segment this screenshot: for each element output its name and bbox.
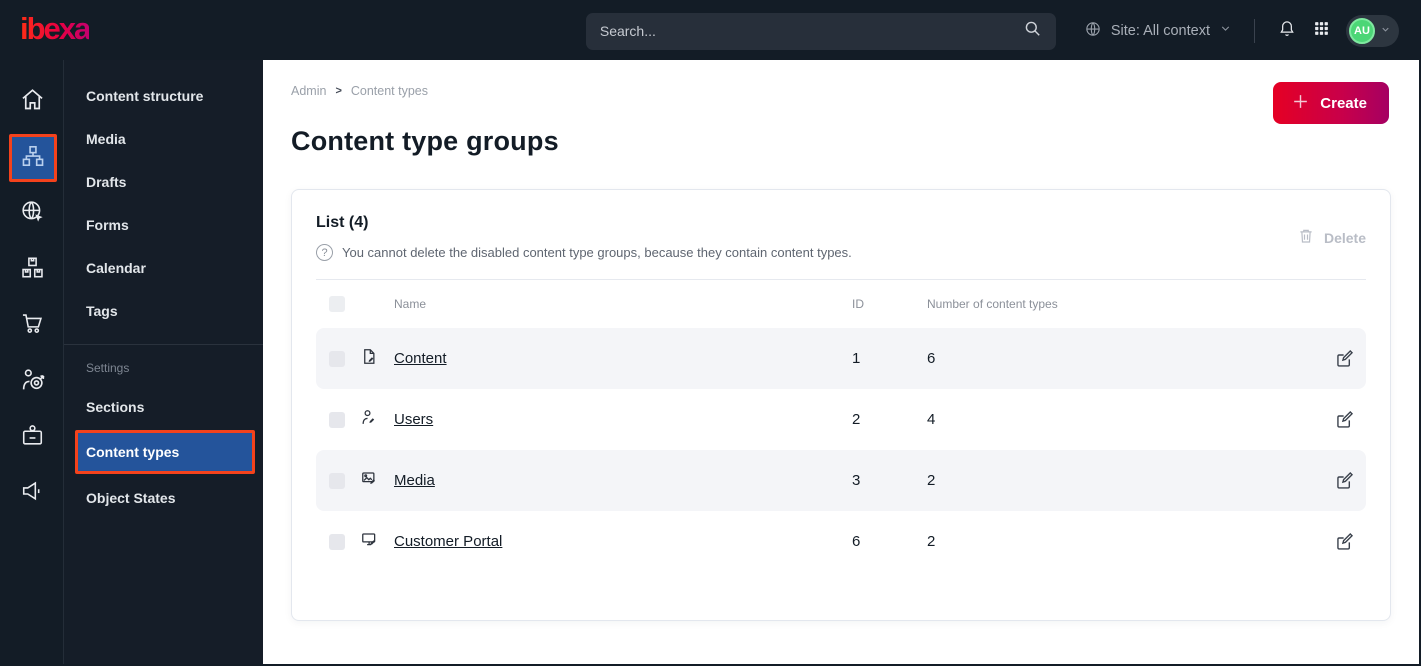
group-link-users[interactable]: Users: [394, 411, 852, 428]
group-count: 2: [927, 472, 936, 489]
group-link-content[interactable]: Content: [394, 350, 852, 367]
edit-row-button[interactable]: [1322, 348, 1366, 369]
trash-icon: [1297, 227, 1315, 248]
chevron-down-icon: [1219, 22, 1232, 40]
group-id: 2: [852, 411, 861, 428]
monitor-edit-icon: [360, 530, 394, 553]
group-id: 3: [852, 472, 861, 489]
user-menu[interactable]: AU: [1346, 15, 1399, 47]
edit-row-button[interactable]: [1322, 409, 1366, 430]
product-boxes-icon: [19, 254, 46, 286]
list-card: List (4) ? You cannot delete the disable…: [291, 189, 1391, 621]
site-globe-cursor-icon: [19, 198, 46, 230]
globe-icon: [1084, 20, 1102, 43]
column-header-count: Number of content types: [927, 297, 1058, 311]
ibexa-logo[interactable]: ibexa: [20, 11, 91, 51]
search-icon[interactable]: [1023, 19, 1042, 43]
group-count: 6: [927, 350, 936, 367]
rail-item-content[interactable]: [8, 134, 57, 182]
group-link-media[interactable]: Media: [394, 472, 852, 489]
help-question-icon: ?: [316, 244, 333, 261]
icon-rail: [2, 60, 64, 664]
shopping-cart-icon: [19, 310, 46, 342]
group-id: 1: [852, 350, 861, 367]
row-checkbox[interactable]: [329, 472, 345, 489]
table-header: Name ID Number of content types: [316, 280, 1366, 328]
page-title: Content type groups: [291, 126, 559, 156]
global-search[interactable]: [585, 12, 1056, 50]
sidebar-item-content-types[interactable]: Content types: [75, 430, 255, 474]
topbar-right-controls: Site: All context AU: [1084, 15, 1399, 47]
list-info-text: You cannot delete the disabled content t…: [342, 245, 852, 260]
document-edit-icon: [360, 347, 394, 370]
notifications-bell-icon[interactable]: [1277, 19, 1297, 44]
home-icon: [19, 86, 46, 118]
table-row: Customer Portal 6 2: [316, 511, 1366, 572]
search-input[interactable]: [599, 23, 1023, 39]
avatar: AU: [1349, 18, 1375, 44]
rail-item-admin[interactable]: [9, 414, 57, 462]
sidebar-item-media[interactable]: Media: [64, 117, 263, 160]
sidebar-item-forms[interactable]: Forms: [64, 203, 263, 246]
rail-item-commerce[interactable]: [9, 302, 57, 350]
delete-button-label: Delete: [1323, 229, 1366, 246]
user-menu-chevron-icon: [1380, 22, 1391, 40]
column-header-name: Name: [394, 297, 427, 311]
site-context-dropdown[interactable]: Site: All context: [1084, 20, 1232, 43]
sidebar-item-drafts[interactable]: Drafts: [64, 160, 263, 203]
rail-item-personalization[interactable]: [9, 358, 57, 406]
menu-sidebar: Content structure Media Drafts Forms Cal…: [64, 60, 263, 664]
image-edit-icon: [360, 469, 394, 492]
topbar-divider: [1254, 19, 1255, 43]
sidebar-section-settings: Settings: [86, 361, 130, 375]
id-badge-icon: [19, 422, 46, 454]
edit-row-button[interactable]: [1322, 470, 1366, 491]
app-switcher-grid-icon[interactable]: [1313, 20, 1330, 42]
sidebar-item-content-structure[interactable]: Content structure: [64, 74, 263, 117]
row-checkbox[interactable]: [329, 533, 345, 550]
topbar: ibexa Site: All context: [2, 2, 1419, 60]
sidebar-item-sections[interactable]: Sections: [64, 385, 263, 428]
list-title: List (4): [316, 214, 369, 231]
create-button-label: Create: [1320, 94, 1367, 112]
rail-item-dashboard[interactable]: [9, 78, 57, 126]
user-edit-icon: [360, 408, 394, 431]
create-button[interactable]: Create: [1273, 82, 1389, 124]
group-link-customer-portal[interactable]: Customer Portal: [394, 533, 852, 550]
row-checkbox[interactable]: [329, 350, 345, 367]
sidebar-item-calendar[interactable]: Calendar: [64, 246, 263, 289]
person-target-icon: [19, 366, 47, 399]
app-window: ibexa Site: All context: [0, 0, 1421, 666]
main-content: Admin > Content types Create Content typ…: [263, 60, 1419, 664]
sidebar-item-tags[interactable]: Tags: [64, 289, 263, 332]
breadcrumb-admin[interactable]: Admin: [291, 84, 326, 98]
group-count: 4: [927, 411, 936, 428]
group-count: 2: [927, 533, 936, 550]
edit-row-button[interactable]: [1322, 531, 1366, 552]
column-header-id: ID: [852, 297, 864, 311]
plus-icon: [1291, 92, 1310, 115]
rail-item-site[interactable]: [9, 190, 57, 238]
sidebar-item-object-states[interactable]: Object States: [64, 476, 263, 519]
table-row: Content 1 6: [316, 328, 1366, 389]
select-all-checkbox[interactable]: [329, 296, 345, 312]
content-structure-sitemap-icon: [20, 143, 46, 174]
group-id: 6: [852, 533, 861, 550]
site-context-label: Site: All context: [1110, 23, 1210, 39]
breadcrumb: Admin > Content types: [291, 84, 1389, 98]
megaphone-icon: [19, 478, 46, 510]
breadcrumb-current: Content types: [350, 84, 429, 98]
table-row: Users 2 4: [316, 389, 1366, 450]
rail-item-product-catalog[interactable]: [9, 246, 57, 294]
rail-item-marketing[interactable]: [9, 470, 57, 518]
table-row: Media 3 2: [316, 450, 1366, 511]
delete-button[interactable]: Delete: [1297, 227, 1366, 248]
row-checkbox[interactable]: [329, 411, 345, 428]
breadcrumb-separator: >: [335, 85, 342, 97]
